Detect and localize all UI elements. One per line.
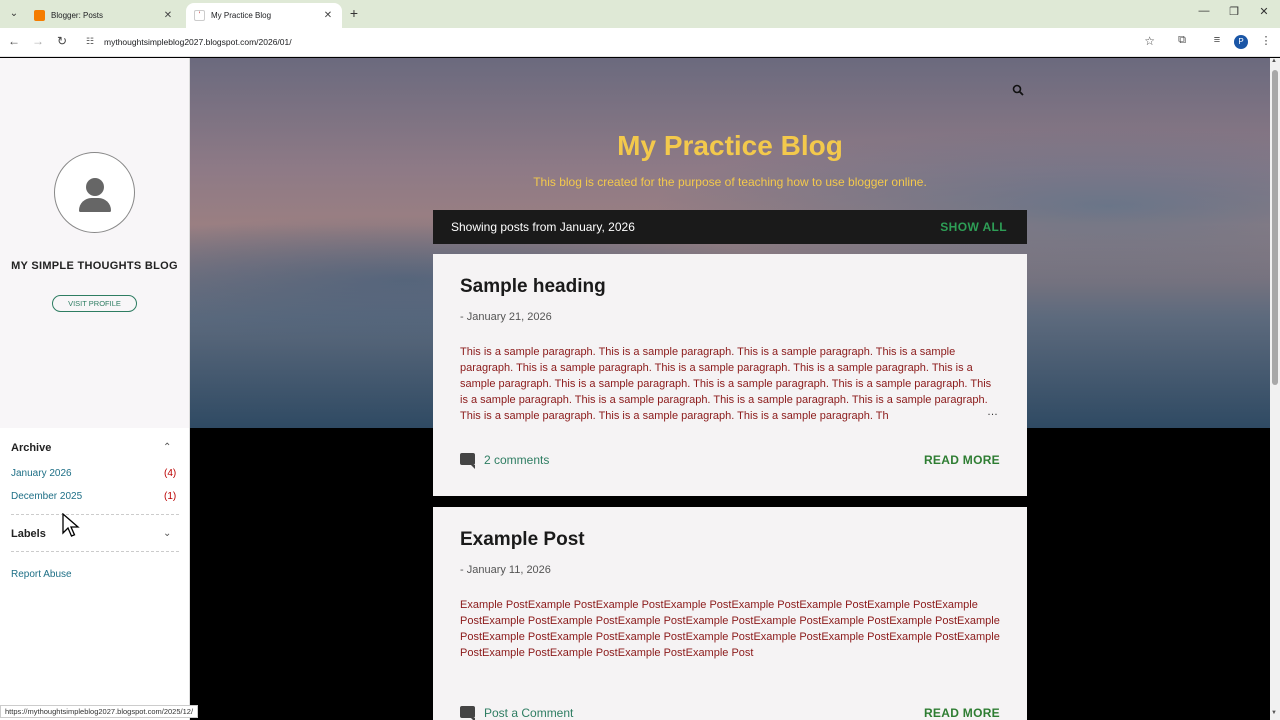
comment-icon: [460, 706, 475, 720]
tab-label: Blogger: Posts: [51, 11, 104, 20]
show-all-link[interactable]: SHOW ALL: [940, 220, 1007, 234]
mouse-cursor-icon: [62, 512, 80, 544]
omnibox[interactable]: ☷ mythoughtsimpleblog2027.blogspot.com/2…: [80, 31, 1165, 53]
post-snippet: This is a sample paragraph. This is a sa…: [460, 344, 1000, 424]
restore-icon[interactable]: ❐: [1226, 5, 1242, 18]
close-icon[interactable]: ✕: [322, 10, 334, 21]
blog-favicon-icon: ʻ: [194, 10, 205, 21]
blog-title[interactable]: My Practice Blog: [190, 130, 1270, 162]
ellipsis-icon: …: [987, 406, 998, 418]
divider: [11, 514, 179, 515]
tab-label: My Practice Blog: [211, 11, 272, 20]
scroll-thumb[interactable]: [1272, 70, 1278, 385]
person-icon: [86, 178, 104, 196]
sidebar: MY SIMPLE THOUGHTS BLOG VISIT PROFILE Ar…: [0, 58, 190, 720]
post-title[interactable]: Sample heading: [460, 276, 606, 298]
post-card: Sample heading - January 21, 2026 This i…: [433, 254, 1027, 496]
site-info-icon[interactable]: ☷: [86, 36, 94, 47]
blog-description: This blog is created for the purpose of …: [533, 175, 927, 189]
post-date[interactable]: - January 21, 2026: [460, 311, 552, 323]
tab-blogger-posts[interactable]: Blogger: Posts ✕: [26, 3, 182, 28]
blog-name: MY SIMPLE THOUGHTS BLOG: [11, 260, 178, 272]
page-scrollbar[interactable]: ▲ ▼: [1270, 58, 1280, 720]
close-icon[interactable]: ✕: [162, 10, 174, 21]
status-bar-url: https://mythoughtsimpleblog2027.blogspot…: [0, 705, 199, 718]
comment-icon: [460, 453, 475, 469]
read-more-link[interactable]: READ MORE: [924, 453, 1000, 467]
forward-icon[interactable]: →: [30, 34, 46, 48]
labels-title[interactable]: Labels: [11, 528, 46, 540]
web-page: MY SIMPLE THOUGHTS BLOG VISIT PROFILE Ar…: [0, 58, 1280, 720]
avatar[interactable]: [54, 152, 135, 233]
address-toolbar: ← → ↻ ☷ mythoughtsimpleblog2027.blogspot…: [0, 28, 1280, 57]
new-tab-icon[interactable]: +: [346, 5, 362, 21]
archive-item-january-2026[interactable]: January 2026: [11, 468, 72, 479]
report-abuse-link[interactable]: Report Abuse: [11, 569, 72, 580]
post-title[interactable]: Example Post: [460, 529, 585, 551]
minimize-icon[interactable]: —: [1196, 5, 1212, 17]
more-menu-icon[interactable]: ⋮: [1258, 34, 1274, 47]
filter-message: Showing posts from January, 2026: [451, 220, 635, 234]
media-control-icon[interactable]: ≡: [1209, 34, 1225, 46]
blogger-favicon-icon: [34, 10, 45, 21]
search-icon[interactable]: [1012, 84, 1024, 99]
scroll-down-arrow-icon[interactable]: ▼: [1271, 710, 1277, 716]
tab-search-chevron-icon[interactable]: ⌄: [6, 6, 22, 22]
profile-panel: MY SIMPLE THOUGHTS BLOG VISIT PROFILE: [0, 58, 189, 428]
bookmark-star-icon[interactable]: ☆: [1144, 34, 1155, 48]
read-more-link[interactable]: READ MORE: [924, 706, 1000, 720]
tab-my-practice-blog[interactable]: ʻ My Practice Blog ✕: [186, 3, 342, 28]
main-content: My Practice Blog This blog is created fo…: [190, 58, 1270, 720]
archive-title[interactable]: Archive: [11, 442, 51, 454]
browser-tab-bar: ⌄ Blogger: Posts ✕ ʻ My Practice Blog ✕ …: [0, 0, 1280, 28]
profile-avatar[interactable]: P: [1234, 35, 1248, 49]
post-snippet: Example PostExample PostExample PostExam…: [460, 599, 1000, 659]
reload-icon[interactable]: ↻: [54, 34, 70, 48]
scroll-up-arrow-icon[interactable]: ▲: [1271, 58, 1277, 64]
chevron-up-icon[interactable]: ⌃: [163, 442, 171, 453]
post-date[interactable]: - January 11, 2026: [460, 564, 551, 576]
archive-item-december-2025[interactable]: December 2025: [11, 491, 82, 502]
chevron-down-icon[interactable]: ⌄: [163, 528, 171, 539]
window-close-icon[interactable]: ✕: [1256, 5, 1272, 18]
post-card: Example Post - January 11, 2026 Example …: [433, 507, 1027, 720]
archive-count: (4): [164, 468, 177, 479]
filter-bar: Showing posts from January, 2026 SHOW AL…: [433, 210, 1027, 244]
post-a-comment-link[interactable]: Post a Comment: [484, 706, 573, 720]
back-icon[interactable]: ←: [6, 34, 22, 48]
url-text[interactable]: mythoughtsimpleblog2027.blogspot.com/202…: [104, 37, 292, 47]
comments-link[interactable]: 2 comments: [484, 453, 549, 467]
divider: [11, 551, 179, 552]
extensions-icon[interactable]: ⧉: [1174, 34, 1190, 47]
archive-count: (1): [164, 491, 177, 502]
visit-profile-button[interactable]: VISIT PROFILE: [52, 295, 137, 312]
person-icon-body: [79, 198, 111, 212]
